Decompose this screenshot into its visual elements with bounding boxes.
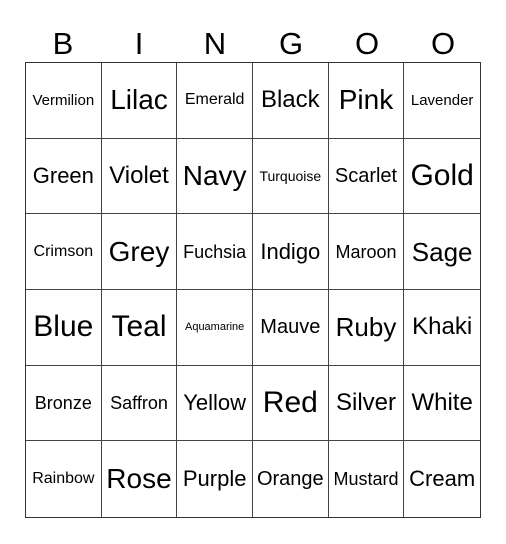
bingo-cell[interactable]: Lilac bbox=[101, 63, 178, 139]
header-letter-n: N bbox=[203, 26, 227, 61]
header-letter-o: O bbox=[354, 26, 380, 61]
header-letter-g: G bbox=[278, 26, 304, 61]
bingo-cell[interactable]: Mauve bbox=[252, 289, 329, 366]
bingo-cell[interactable]: Red bbox=[252, 365, 329, 442]
bingo-cell[interactable]: Navy bbox=[177, 138, 253, 215]
bingo-cell[interactable]: Pink bbox=[328, 63, 405, 139]
bingo-cell[interactable]: Grey bbox=[101, 214, 178, 290]
bingo-cell[interactable]: Mustard bbox=[329, 441, 405, 517]
bingo-cell[interactable]: Fuchsia bbox=[177, 214, 253, 290]
bingo-cell[interactable]: Scarlet bbox=[328, 138, 405, 215]
bingo-cell[interactable]: Lavender bbox=[404, 63, 480, 139]
bingo-cell[interactable]: Emerald bbox=[177, 63, 253, 139]
bingo-cell[interactable]: Gold bbox=[404, 139, 480, 215]
bingo-cell[interactable]: Sage bbox=[404, 214, 480, 290]
bingo-header: B I N G O O bbox=[25, 24, 481, 64]
bingo-cell[interactable]: Saffron bbox=[101, 365, 178, 442]
bingo-cell[interactable]: Green bbox=[26, 138, 102, 215]
bingo-cell[interactable]: White bbox=[404, 366, 480, 442]
bingo-cell[interactable]: Rose bbox=[102, 441, 178, 517]
bingo-cell[interactable]: Rainbow bbox=[26, 441, 102, 517]
bingo-cell[interactable]: Blue bbox=[26, 289, 102, 366]
bingo-cell[interactable]: Cream bbox=[404, 441, 480, 517]
bingo-cell[interactable]: Ruby bbox=[328, 289, 405, 366]
header-letter-o-2: O bbox=[430, 26, 456, 61]
header-letter-b: B bbox=[52, 26, 74, 61]
bingo-cell[interactable]: Orange bbox=[253, 441, 329, 517]
bingo-cell[interactable]: Violet bbox=[101, 138, 178, 215]
bingo-cell[interactable]: Yellow bbox=[177, 365, 253, 442]
header-letter-i: I bbox=[134, 26, 144, 61]
bingo-cell[interactable]: Turquoise bbox=[252, 138, 329, 215]
bingo-cell[interactable]: Purple bbox=[177, 441, 253, 517]
bingo-cell[interactable]: Indigo bbox=[252, 214, 329, 290]
bingo-cell[interactable]: Bronze bbox=[26, 365, 102, 442]
bingo-cell[interactable]: Black bbox=[252, 63, 329, 139]
bingo-cell[interactable]: Aquamarine bbox=[177, 289, 253, 366]
bingo-cell[interactable]: Teal bbox=[101, 289, 178, 366]
bingo-cell[interactable]: Maroon bbox=[328, 214, 405, 290]
bingo-card-grid: Vermilion Lilac Emerald Black Pink Laven… bbox=[25, 62, 481, 518]
bingo-cell[interactable]: Khaki bbox=[404, 290, 480, 366]
bingo-cell[interactable]: Crimson bbox=[26, 214, 102, 290]
bingo-cell[interactable]: Vermilion bbox=[26, 63, 102, 139]
bingo-cell[interactable]: Silver bbox=[328, 365, 405, 442]
